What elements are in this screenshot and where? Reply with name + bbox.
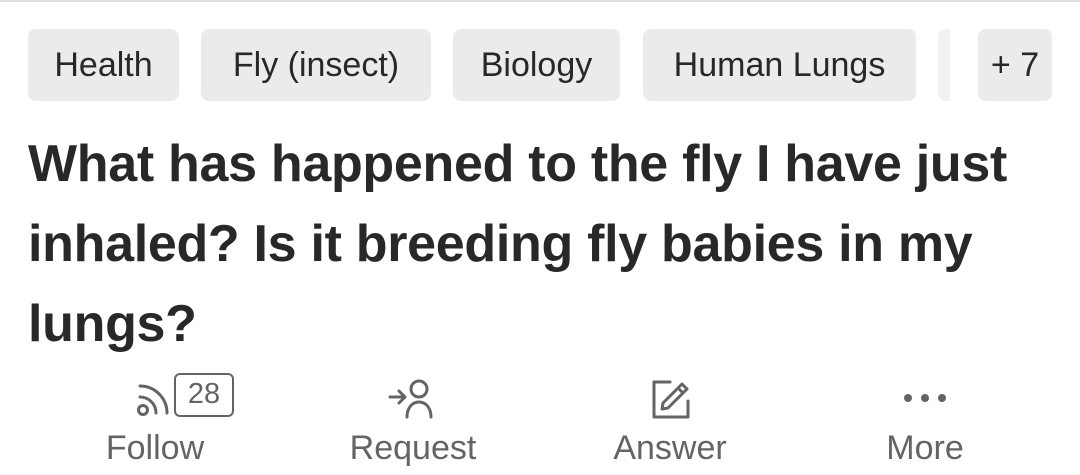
follow-label: Follow	[105, 429, 205, 467]
tag-human-lungs[interactable]: Human Lungs	[643, 29, 916, 101]
tag-biology[interactable]: Biology	[453, 29, 620, 101]
answer-label: Answer	[613, 429, 727, 467]
tag-health[interactable]: Health	[28, 29, 179, 101]
request-label: Request	[349, 429, 477, 467]
follow-button[interactable]: 28 Follow	[60, 367, 250, 475]
request-button[interactable]: Request	[318, 367, 508, 475]
request-person-icon	[388, 379, 433, 419]
pencil-edit-icon	[652, 380, 690, 419]
question-title[interactable]: What has happened to the fly I have just…	[28, 124, 1038, 364]
topic-tags: Health Fly (insect) Biology Human Lungs …	[28, 29, 1080, 101]
more-button[interactable]: More	[830, 367, 1020, 475]
follow-rss-icon	[137, 384, 169, 416]
tag-partially-hidden[interactable]	[938, 29, 950, 101]
follow-icon-group: 28	[60, 373, 250, 421]
question-page: Health Fly (insect) Biology Human Lungs …	[0, 0, 1080, 475]
answer-button[interactable]: Answer	[575, 367, 765, 475]
more-label: More	[886, 429, 964, 467]
tag-fly-insect[interactable]: Fly (insect)	[201, 29, 431, 101]
ellipsis-icon	[904, 394, 946, 402]
tags-more-button[interactable]: + 7	[978, 29, 1052, 101]
follow-count-badge: 28	[174, 373, 234, 417]
action-bar: 28 Follow Request Answer More	[0, 367, 1080, 475]
